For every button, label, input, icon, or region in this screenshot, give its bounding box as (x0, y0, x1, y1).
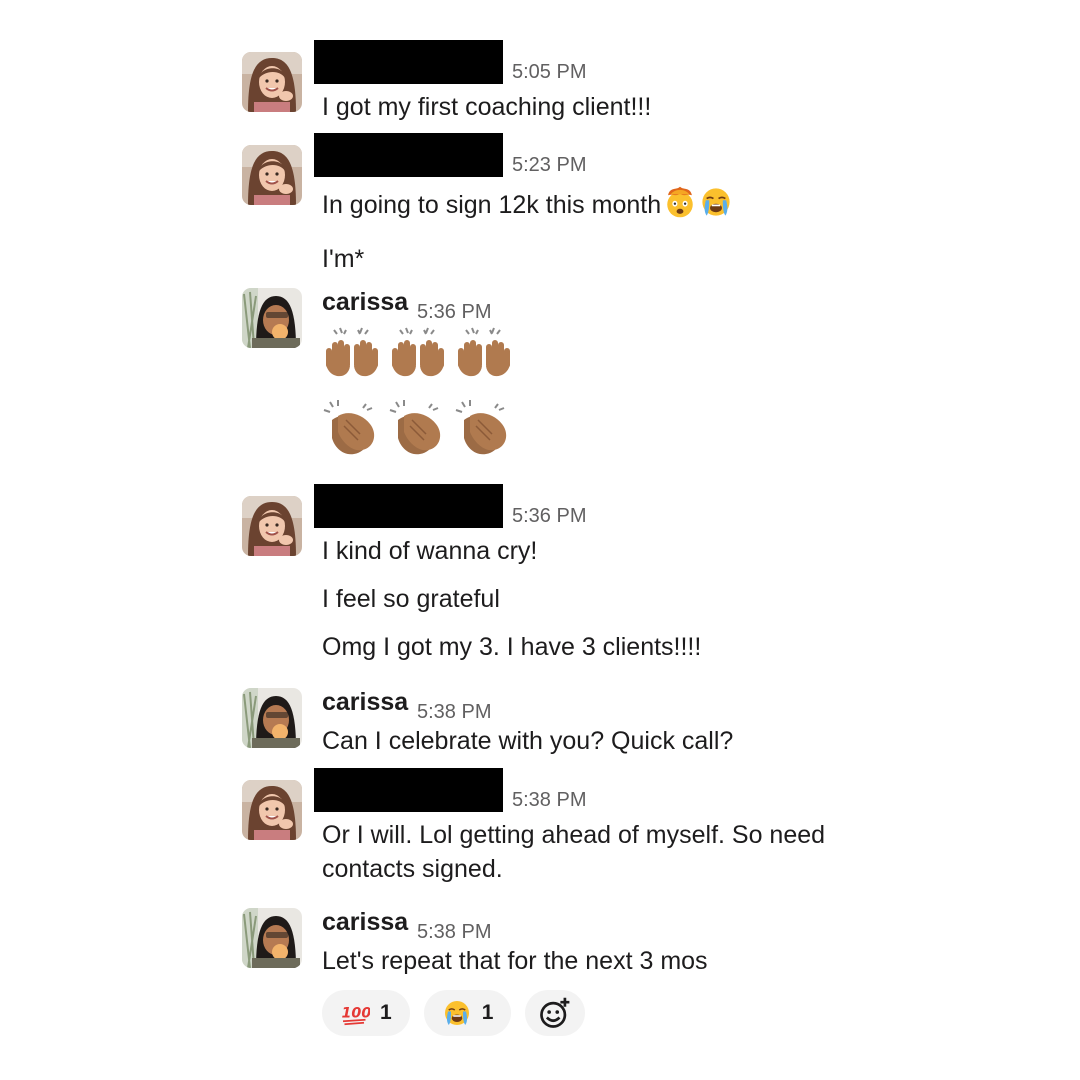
message-text: I got my first coaching client!!! (322, 93, 652, 121)
redacted-author-name (314, 133, 503, 177)
message-text: Let's repeat that for the next 3 mos (322, 947, 708, 975)
redacted-author-name (314, 768, 503, 812)
message-thread: 5:05 PM I got my first coaching client!!… (0, 0, 1080, 1080)
message-text: Or I will. Lol getting ahead of myself. … (322, 821, 826, 849)
message-text: In going to sign 12k this month (322, 191, 662, 219)
message-timestamp[interactable]: 5:23 PM (512, 154, 586, 177)
exploding-head-icon (663, 185, 697, 226)
message-timestamp[interactable]: 5:38 PM (512, 789, 586, 812)
avatar[interactable] (242, 288, 302, 348)
loudly-crying-icon (699, 185, 733, 226)
raising-hands-icon (454, 326, 514, 386)
message-text: Can I celebrate with you? Quick call? (322, 727, 734, 755)
raising-hands-icon (388, 326, 448, 386)
avatar[interactable] (242, 145, 302, 205)
avatar[interactable] (242, 908, 302, 968)
add-reaction-icon (537, 995, 573, 1031)
author-name[interactable]: carissa (322, 908, 408, 937)
message-timestamp[interactable]: 5:38 PM (417, 701, 491, 724)
message-text: I'm* (322, 245, 365, 273)
reaction-bar: 1 1 (322, 990, 922, 1036)
emoji-line (322, 326, 922, 386)
raising-hands-icon (322, 326, 382, 386)
reaction-hundred[interactable]: 1 (322, 990, 410, 1036)
message-timestamp[interactable]: 5:05 PM (512, 61, 586, 84)
emoji-line (322, 398, 922, 458)
clapping-hands-icon (322, 398, 382, 458)
message-text: I feel so grateful (322, 585, 500, 613)
redacted-author-name (314, 40, 503, 84)
clapping-hands-icon (388, 398, 448, 458)
message-text: I kind of wanna cry! (322, 537, 538, 565)
author-name[interactable]: carissa (322, 688, 408, 717)
message-text: contacts signed. (322, 855, 503, 883)
loudly-crying-icon (442, 998, 472, 1028)
clapping-hands-icon (454, 398, 514, 458)
author-name[interactable]: carissa (322, 288, 408, 317)
add-reaction-button[interactable] (525, 990, 586, 1036)
avatar[interactable] (242, 52, 302, 112)
message-text: Omg I got my 3. I have 3 clients!!!! (322, 633, 702, 661)
message-timestamp[interactable]: 5:36 PM (512, 505, 586, 528)
message-timestamp[interactable]: 5:36 PM (417, 301, 491, 324)
redacted-author-name (314, 484, 503, 528)
reaction-count: 1 (481, 1001, 494, 1024)
hundred-points-icon (340, 998, 370, 1028)
avatar[interactable] (242, 688, 302, 748)
reaction-crying[interactable]: 1 (423, 990, 512, 1036)
message-timestamp[interactable]: 5:38 PM (417, 921, 491, 944)
reaction-count: 1 (380, 1001, 392, 1024)
avatar[interactable] (242, 496, 302, 556)
avatar[interactable] (242, 780, 302, 840)
